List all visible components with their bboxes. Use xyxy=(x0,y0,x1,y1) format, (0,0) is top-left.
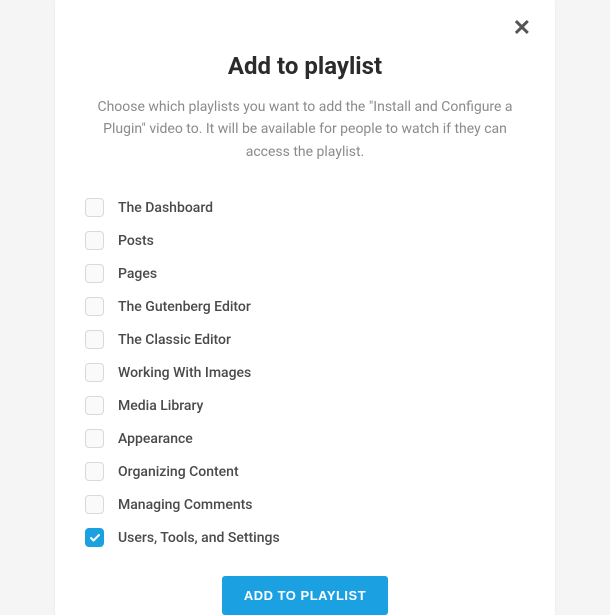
checkbox[interactable] xyxy=(85,462,104,481)
checkbox[interactable] xyxy=(85,198,104,217)
playlist-list: The Dashboard Posts Pages The Gutenberg Edi… xyxy=(55,191,555,554)
playlist-label: Working With Images xyxy=(118,365,251,381)
playlist-item[interactable]: Working With Images xyxy=(85,356,525,389)
playlist-label: The Classic Editor xyxy=(118,332,231,348)
playlist-item[interactable]: Pages xyxy=(85,257,525,290)
close-icon[interactable]: ✕ xyxy=(513,18,531,40)
modal-footer: ADD TO PLAYLIST xyxy=(55,576,555,615)
modal-description: Choose which playlists you want to add t… xyxy=(55,96,555,163)
playlist-item[interactable]: Users, Tools, and Settings xyxy=(85,521,525,554)
playlist-label: The Gutenberg Editor xyxy=(118,299,251,315)
checkbox[interactable] xyxy=(85,297,104,316)
playlist-item[interactable]: Organizing Content xyxy=(85,455,525,488)
add-to-playlist-button[interactable]: ADD TO PLAYLIST xyxy=(222,576,388,615)
checkbox[interactable] xyxy=(85,429,104,448)
playlist-label: Managing Comments xyxy=(118,497,252,513)
checkbox[interactable] xyxy=(85,363,104,382)
playlist-item[interactable]: Media Library xyxy=(85,389,525,422)
add-to-playlist-modal: ✕ Add to playlist Choose which playlists… xyxy=(55,0,555,615)
playlist-label: Appearance xyxy=(118,431,193,447)
playlist-label: Posts xyxy=(118,233,154,249)
checkbox[interactable] xyxy=(85,330,104,349)
playlist-label: Pages xyxy=(118,266,157,282)
playlist-item[interactable]: Managing Comments xyxy=(85,488,525,521)
checkbox[interactable] xyxy=(85,264,104,283)
playlist-item[interactable]: Posts xyxy=(85,224,525,257)
playlist-item[interactable]: Appearance xyxy=(85,422,525,455)
playlist-item[interactable]: The Classic Editor xyxy=(85,323,525,356)
playlist-label: The Dashboard xyxy=(118,200,213,216)
checkbox[interactable] xyxy=(85,231,104,250)
checkbox[interactable] xyxy=(85,495,104,514)
playlist-label: Organizing Content xyxy=(118,464,239,480)
playlist-label: Users, Tools, and Settings xyxy=(118,530,280,546)
playlist-item[interactable]: The Dashboard xyxy=(85,191,525,224)
modal-title: Add to playlist xyxy=(55,52,555,80)
playlist-label: Media Library xyxy=(118,398,203,414)
playlist-item[interactable]: The Gutenberg Editor xyxy=(85,290,525,323)
checkbox[interactable] xyxy=(85,528,104,547)
checkbox[interactable] xyxy=(85,396,104,415)
